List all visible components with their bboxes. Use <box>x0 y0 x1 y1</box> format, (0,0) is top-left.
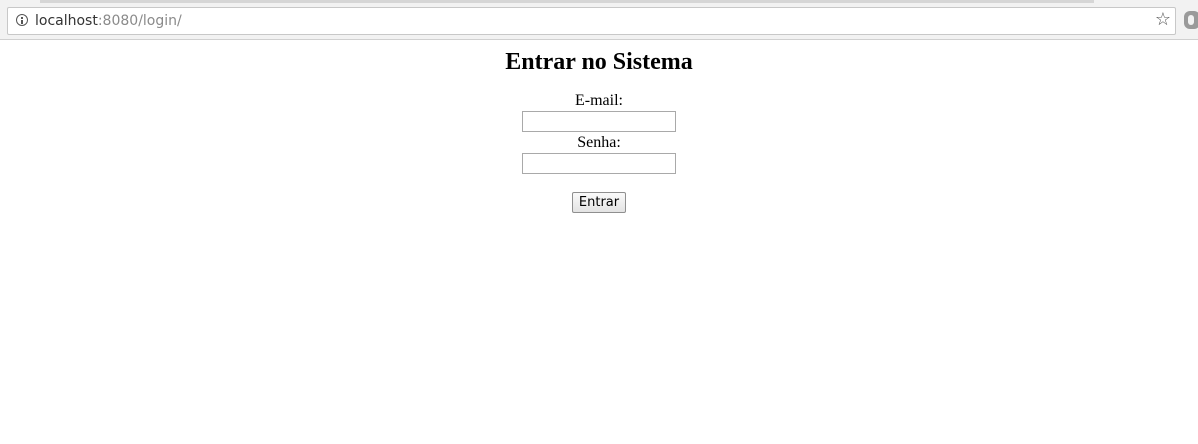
password-field[interactable] <box>522 153 676 174</box>
page-title: Entrar no Sistema <box>505 49 693 75</box>
url-text[interactable]: localhost:8080/login/ <box>35 12 182 30</box>
address-bar[interactable]: localhost:8080/login/ ☆ <box>7 7 1176 35</box>
email-field[interactable] <box>522 111 676 132</box>
login-form: E-mail: Senha: Entrar <box>0 92 1198 213</box>
browser-toolbar: localhost:8080/login/ ☆ <box>0 0 1198 40</box>
submit-button[interactable]: Entrar <box>571 192 627 213</box>
email-label: E-mail: <box>575 92 623 109</box>
page-content: Entrar no Sistema E-mail: Senha: Entrar <box>0 48 1198 213</box>
tab-strip <box>40 0 1094 3</box>
url-path: :8080/login/ <box>97 13 182 29</box>
extension-icon[interactable] <box>1184 11 1198 29</box>
submit-row: Entrar <box>0 192 1198 213</box>
info-icon[interactable] <box>16 14 28 26</box>
password-label: Senha: <box>577 134 621 151</box>
url-host: localhost <box>35 13 98 29</box>
star-icon[interactable]: ☆ <box>1155 10 1171 30</box>
